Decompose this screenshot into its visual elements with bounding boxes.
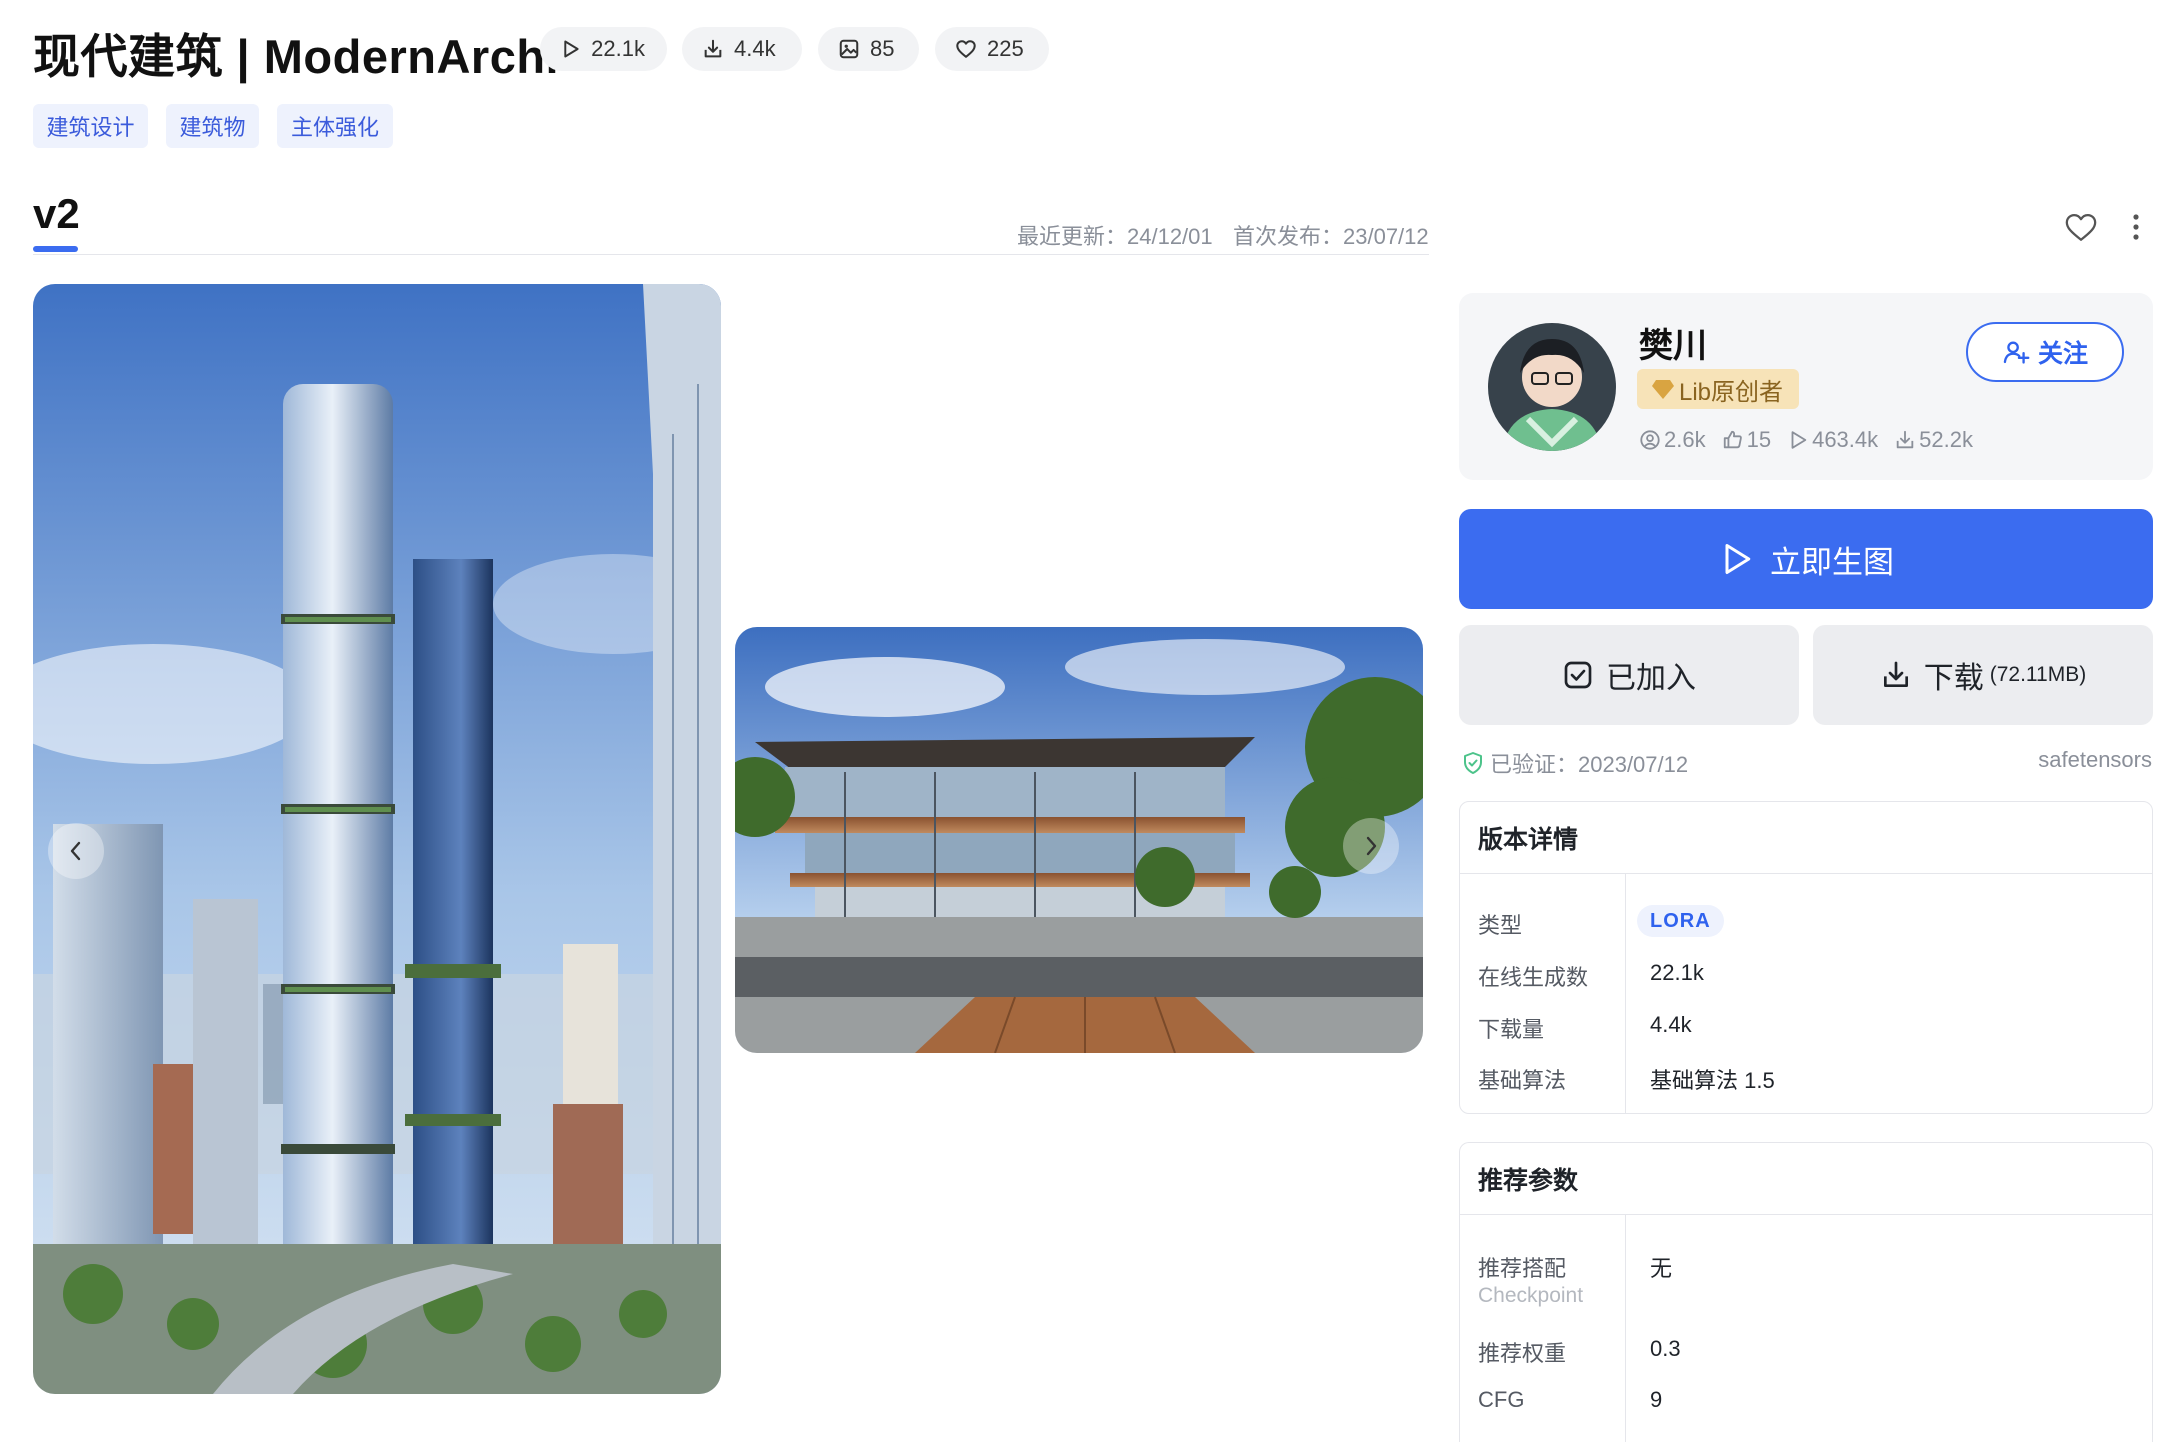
carousel-prev-button[interactable] [48, 823, 104, 879]
user-circle-icon [1640, 430, 1660, 450]
param-label-pairing: 推荐搭配 [1478, 1256, 1567, 1281]
play-icon [1791, 431, 1807, 449]
detail-label-type: 类型 [1478, 913, 1523, 938]
file-format: safetensors [2038, 747, 2152, 772]
author-downloads-value: 52.2k [1919, 427, 1973, 452]
first-published: 首次发布：23/07/12 [1233, 224, 1429, 249]
version-details-card: 版本详情 类型 LORA 在线生成数 22.1k 下载量 4.4k 基础算法 基… [1459, 801, 2153, 1114]
follow-label: 关注 [2037, 340, 2088, 368]
image-count: 85 [870, 36, 895, 61]
detail-value-base-algorithm: 基础算法 1.5 [1650, 1068, 1775, 1093]
version-tab-indicator [33, 246, 78, 252]
thumbs-up-icon [1723, 430, 1742, 449]
image-count-pill: 85 [818, 27, 919, 71]
model-type-badge: LORA [1637, 905, 1724, 937]
verified-date: 已验证：2023/07/12 [1490, 752, 1689, 777]
detail-value-downloads: 4.4k [1650, 1012, 1692, 1037]
carousel-next-button[interactable] [1343, 818, 1399, 874]
image-icon [839, 39, 859, 59]
generate-label: 立即生图 [1770, 544, 1894, 580]
param-value-pairing: 无 [1650, 1256, 1673, 1281]
play-icon [564, 40, 579, 58]
download-count: 4.4k [734, 36, 776, 61]
download-icon [1896, 430, 1914, 449]
follow-button[interactable]: 关注 [1966, 322, 2124, 382]
like-count-pill: 225 [935, 27, 1049, 71]
run-count: 22.1k [591, 36, 645, 61]
recommended-params-card: 推荐参数 推荐搭配 Checkpoint 无 推荐权重 0.3 CFG 9 [1459, 1142, 2153, 1442]
author-followers: 2.6k [1639, 427, 1706, 453]
param-label-weight: 推荐权重 [1478, 1341, 1567, 1366]
shield-check-icon [1464, 752, 1482, 774]
detail-value-generations: 22.1k [1650, 960, 1704, 985]
tag-building[interactable]: 建筑物 [166, 104, 259, 148]
detail-label-downloads: 下载量 [1478, 1017, 1545, 1042]
author-downloads: 52.2k [1894, 427, 1973, 453]
added-label: 已加入 [1606, 662, 1696, 695]
heart-icon [956, 40, 976, 58]
play-icon [1725, 544, 1751, 574]
model-title: 现代建筑 | ModernArchi [33, 30, 560, 83]
param-sublabel-checkpoint: Checkpoint [1478, 1284, 1584, 1307]
card-divider [1625, 874, 1626, 1113]
detail-label-base-algorithm: 基础算法 [1478, 1068, 1567, 1093]
added-button[interactable]: 已加入 [1459, 625, 1799, 725]
download-count-pill: 4.4k [682, 27, 802, 71]
add-user-icon [2003, 341, 2030, 364]
checkbox-icon [1564, 661, 1592, 689]
download-icon [704, 39, 722, 58]
version-tab-v2[interactable]: v2 [33, 190, 80, 238]
generate-image-button[interactable]: 立即生图 [1459, 509, 2153, 609]
download-icon [1883, 661, 1908, 687]
author-runs: 463.4k [1787, 427, 1878, 453]
author-stats: 2.6k 15 463.4k 52.2k [1639, 427, 1989, 453]
version-details-title: 版本详情 [1460, 802, 2152, 874]
tag-architecture-design[interactable]: 建筑设计 [33, 104, 148, 148]
chevron-right-icon [1366, 836, 1377, 856]
preview-image-towers[interactable] [33, 284, 721, 1394]
download-label: 下载 [1923, 662, 1984, 695]
param-value-cfg: 9 [1650, 1387, 1663, 1412]
author-runs-value: 463.4k [1812, 427, 1879, 452]
detail-label-generations: 在线生成数 [1478, 965, 1589, 990]
avatar[interactable] [1488, 323, 1616, 451]
tag-subject-enhance[interactable]: 主体强化 [277, 104, 393, 148]
author-name[interactable]: 樊川 [1639, 318, 1707, 367]
verified-status: 已验证：2023/07/12 [1462, 747, 1688, 779]
author-followers-value: 2.6k [1664, 427, 1706, 452]
original-creator-badge: Lib原创者 [1637, 369, 1800, 409]
author-likes-value: 15 [1746, 427, 1772, 452]
preview-image-pavilion[interactable] [735, 627, 1423, 1053]
version-divider [33, 254, 1429, 255]
run-count-pill: 22.1k [540, 27, 667, 71]
author-likes: 15 [1722, 427, 1771, 453]
diamond-icon [1652, 380, 1674, 399]
like-count: 225 [987, 36, 1024, 61]
favorite-heart-icon[interactable] [2064, 211, 2098, 243]
download-button[interactable]: 下载 (72.11MB) [1813, 625, 2153, 725]
chevron-left-icon [70, 841, 81, 861]
recommended-params-title: 推荐参数 [1460, 1143, 2152, 1215]
param-value-weight: 0.3 [1650, 1336, 1681, 1361]
card-divider [1625, 1215, 1626, 1442]
param-label-cfg: CFG [1478, 1387, 1525, 1412]
more-options-icon[interactable] [2127, 212, 2145, 242]
badge-label: Lib原创者 [1679, 378, 1784, 406]
download-size: (72.11MB) [1989, 663, 2087, 686]
last-updated: 最近更新：24/12/01 [1017, 224, 1213, 249]
